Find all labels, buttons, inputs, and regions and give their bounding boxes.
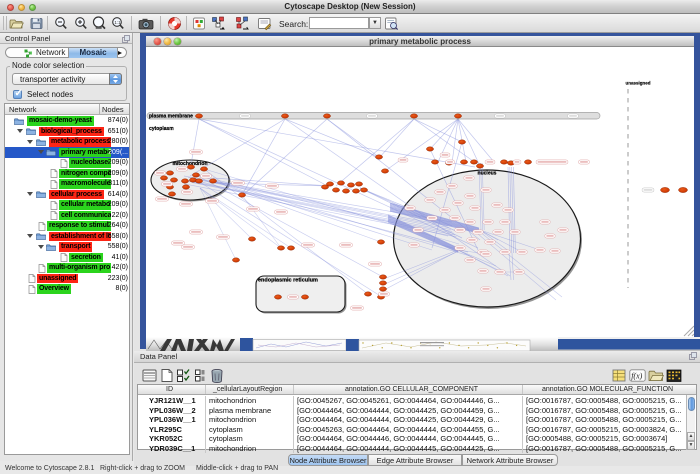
svg-text:endoplasmic reticulum: endoplasmic reticulum — [258, 278, 318, 284]
svg-text:plasma membrane: plasma membrane — [149, 114, 193, 120]
svg-text:1:1: 1:1 — [114, 20, 121, 25]
svg-text:nucleus: nucleus — [478, 171, 497, 177]
svg-text:cytoplasm: cytoplasm — [149, 126, 174, 132]
svg-text:unassigned: unassigned — [625, 81, 650, 86]
svg-text:f(x): f(x) — [631, 371, 642, 380]
